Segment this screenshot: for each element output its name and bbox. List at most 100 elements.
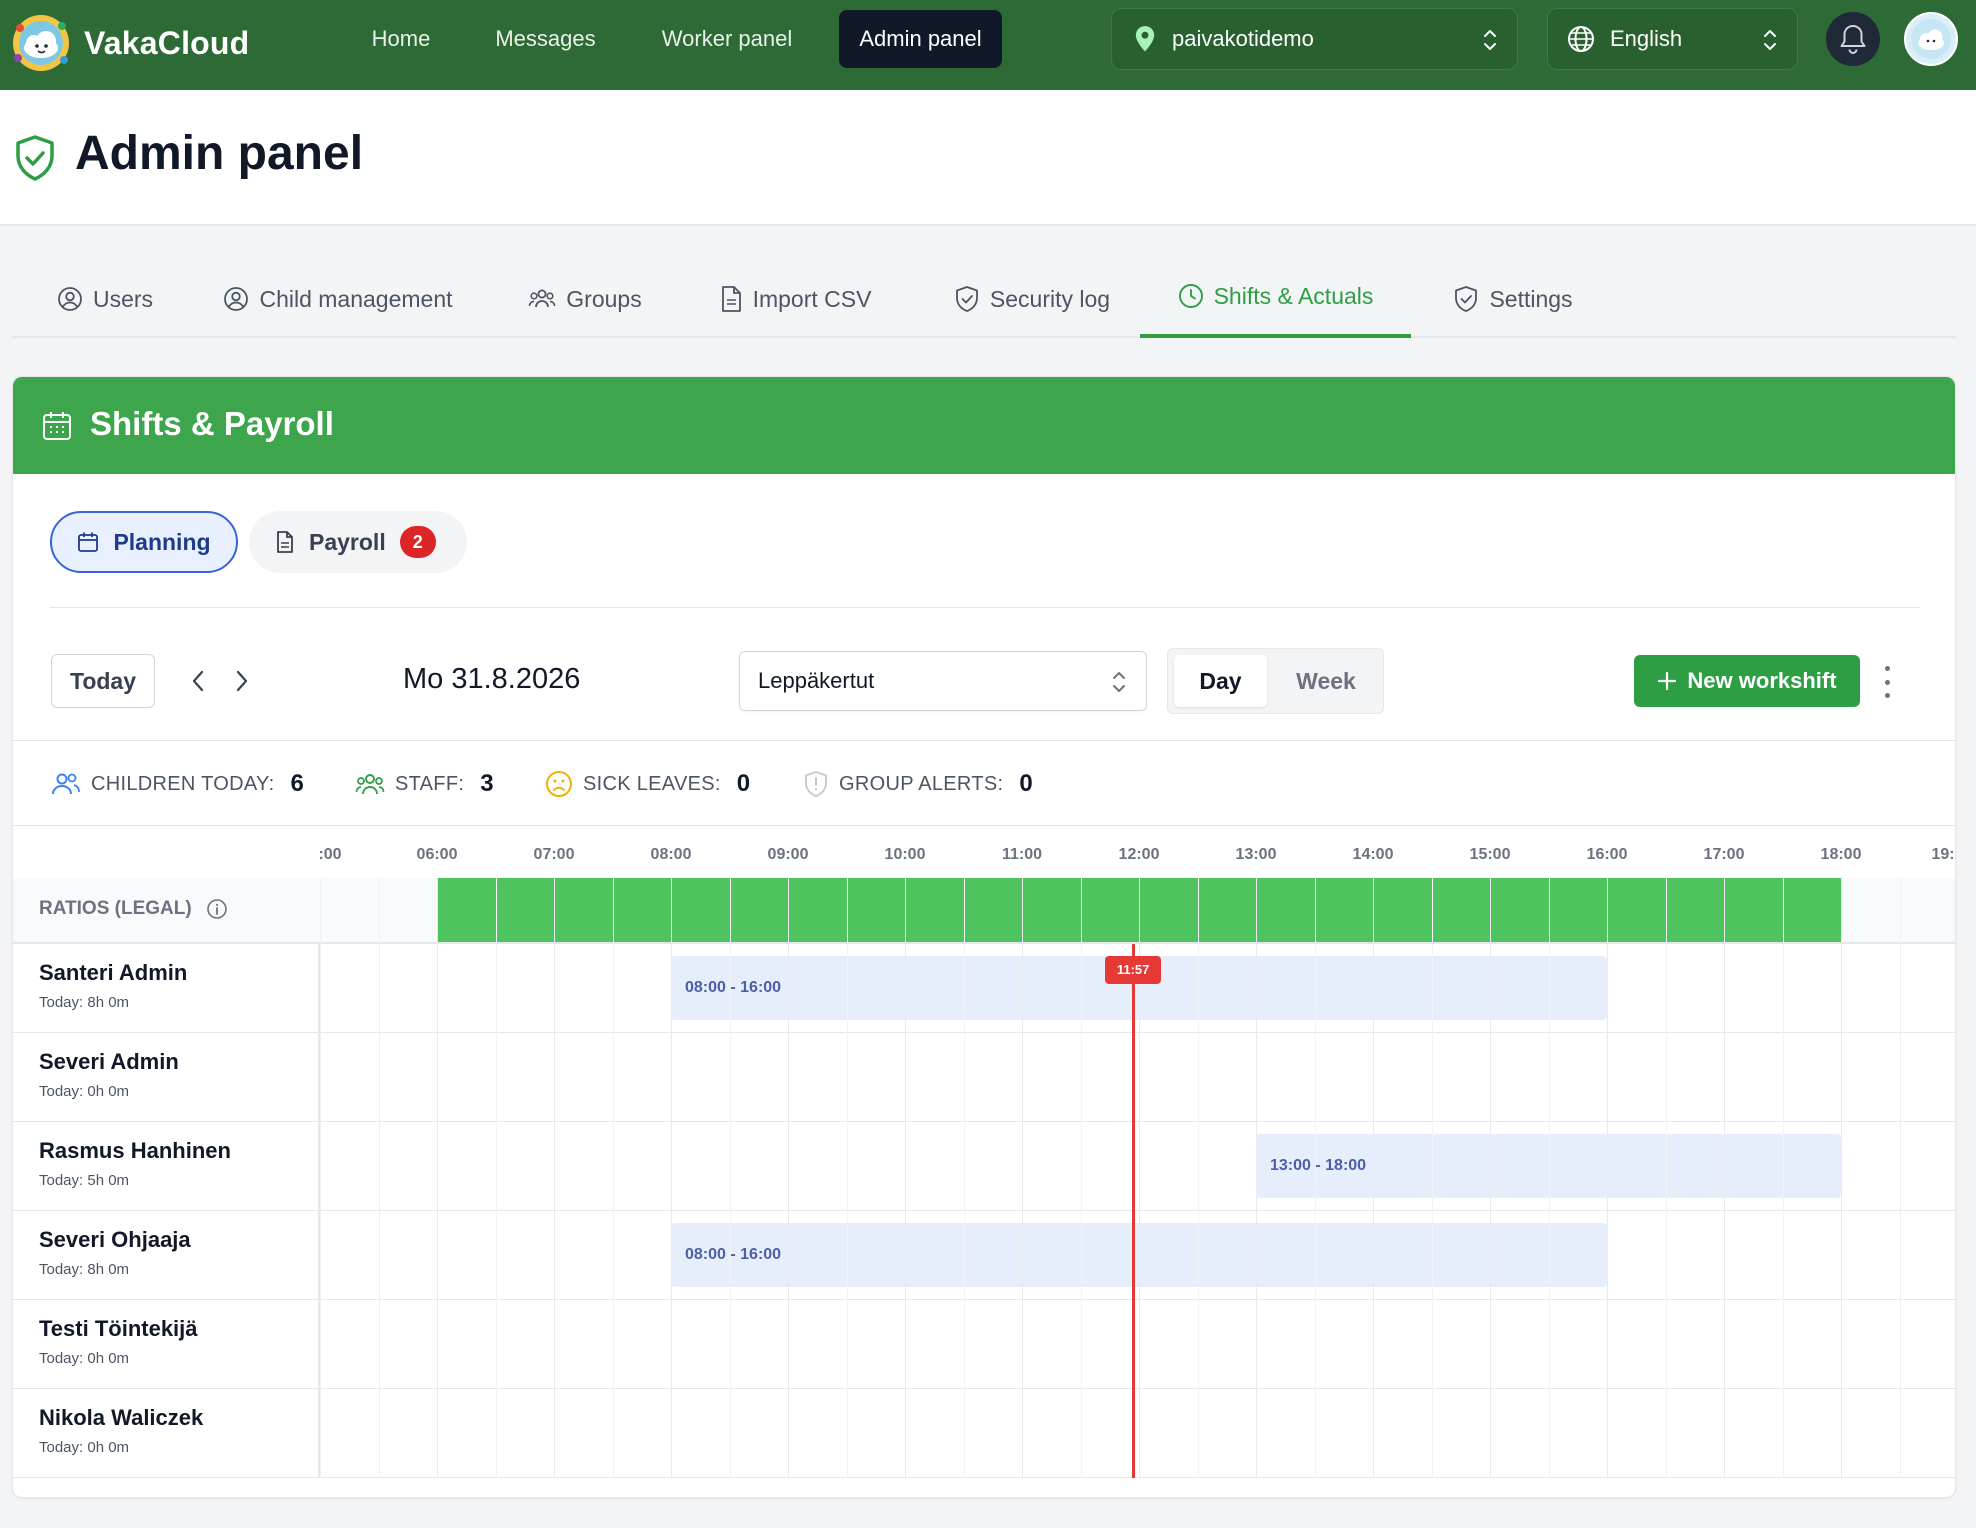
next-day-button[interactable] (227, 665, 257, 697)
time-tick-label: 10:00 (884, 846, 926, 863)
tab-shifts-actuals[interactable]: Shifts & Actuals (1140, 260, 1411, 338)
nav-admin-panel[interactable]: Admin panel (839, 10, 1002, 68)
card-header: Shifts & Payroll (13, 377, 1955, 474)
clock-icon (1178, 284, 1203, 308)
stat-staff-value: 3 (480, 770, 494, 797)
previous-day-button[interactable] (183, 665, 213, 697)
users-icon (528, 289, 556, 308)
today-button[interactable]: Today (51, 654, 155, 708)
subtab-planning-label: Planning (113, 528, 211, 555)
language-value: English (1610, 26, 1683, 51)
card-title: Shifts & Payroll (90, 405, 334, 442)
grid-line (554, 878, 555, 1478)
new-workshift-button[interactable]: New workshift (1634, 655, 1860, 707)
tab-import-csv[interactable]: Import CSV (715, 260, 875, 338)
tab-shifts-actuals-label: Shifts & Actuals (1213, 282, 1374, 309)
grid-line (1782, 878, 1784, 1478)
employee-hours-today: Today: 8h 0m (39, 994, 130, 1011)
grid-line (729, 878, 731, 1478)
time-axis: :00 06:00 07:00 08:00 09:00 10:00 11:00 12:00 13… (318, 826, 1955, 878)
brand[interactable]: VakaCloud (10, 12, 249, 74)
tab-security-log[interactable]: Security log (947, 260, 1117, 338)
grid-line (1373, 878, 1374, 1478)
tab-users[interactable]: Users (50, 260, 160, 338)
tab-groups[interactable]: Groups (525, 260, 645, 338)
tab-settings-label: Settings (1489, 285, 1573, 312)
tab-child-management-label: Child management (259, 285, 453, 312)
admin-tabs: Users Child management Groups Import CSV… (12, 260, 1956, 338)
nav-messages[interactable]: Messages (478, 10, 613, 68)
grid-line (495, 878, 497, 1478)
new-workshift-label: New workshift (1687, 668, 1837, 693)
tab-security-log-label: Security log (989, 285, 1111, 312)
subtab-payroll-label: Payroll (309, 528, 386, 555)
tab-settings[interactable]: Settings (1448, 260, 1578, 338)
location-select[interactable]: paivakotidemo (1111, 8, 1518, 70)
notifications-button[interactable] (1826, 12, 1880, 66)
grid-line (1548, 878, 1550, 1478)
employee-name: Severi Ohjaaja (39, 1227, 191, 1252)
payroll-count-badge: 2 (399, 526, 436, 558)
grid-line (1256, 878, 1257, 1478)
employee-hours-today: Today: 0h 0m (39, 1439, 130, 1456)
tab-groups-label: Groups (566, 285, 642, 312)
page-title: Admin panel (75, 127, 364, 180)
chevron-right-icon (236, 670, 248, 692)
grid-line (963, 878, 965, 1478)
chevron-up-down-icon (1761, 27, 1779, 59)
language-select[interactable]: English (1547, 8, 1798, 70)
more-options-button[interactable] (1877, 662, 1897, 702)
page-header: Admin panel (0, 90, 1976, 226)
tab-child-management[interactable]: Child management (223, 260, 453, 338)
time-tick-label: 18:00 (1820, 846, 1862, 863)
nav-worker-panel[interactable]: Worker panel (643, 10, 811, 68)
view-day-button[interactable]: Day (1174, 655, 1267, 707)
stat-sick-value: 0 (736, 770, 751, 797)
employee-name: Rasmus Hanhinen (39, 1138, 231, 1163)
employee-hours-today: Today: 5h 0m (39, 1172, 130, 1189)
current-time-line (1132, 944, 1136, 1478)
grid-line (1490, 878, 1491, 1478)
subtab-planning[interactable]: Planning (50, 511, 238, 573)
grid-line (1841, 878, 1842, 1478)
globe-icon (1566, 24, 1596, 54)
employee-name: Testi Töintekijä (39, 1316, 198, 1341)
time-tick-label: 19: (1931, 846, 1955, 863)
shield-check-icon (956, 286, 978, 312)
user-circle-icon (224, 287, 249, 311)
shield-check-icon (16, 135, 54, 181)
bell-icon (1840, 25, 1866, 54)
calendar-icon (78, 532, 99, 552)
time-tick-label: 08:00 (650, 846, 692, 863)
stat-alerts-value: 0 (1019, 770, 1033, 797)
users-icon (52, 773, 80, 795)
info-icon[interactable] (206, 898, 228, 920)
employee-hours-today: Today: 0h 0m (39, 1350, 130, 1367)
time-tick-label: 07:00 (533, 846, 575, 863)
location-value: paivakotidemo (1172, 26, 1314, 51)
time-tick-label: :00 (318, 846, 342, 863)
group-select[interactable]: Leppäkertut (739, 651, 1147, 711)
divider (50, 607, 1920, 608)
grid-line (320, 878, 321, 1478)
view-week-button[interactable]: Week (1274, 655, 1378, 707)
employee-hours-today: Today: 0h 0m (39, 1083, 130, 1100)
calendar-icon (43, 412, 71, 440)
sad-face-icon (546, 771, 572, 797)
grid-line (671, 878, 672, 1478)
top-navigation-bar: VakaCloud Home Messages Worker panel Adm… (0, 0, 1976, 90)
grid-line (1899, 878, 1901, 1478)
subtab-payroll[interactable]: Payroll 2 (249, 511, 467, 573)
brand-name: VakaCloud (84, 24, 250, 61)
stat-children-label: CHILDREN TODAY: (91, 772, 275, 795)
time-tick-label: 13:00 (1235, 846, 1277, 863)
grid-line (378, 878, 380, 1478)
group-select-value: Leppäkertut (758, 668, 875, 693)
file-icon (721, 286, 741, 312)
grid-line (788, 878, 789, 1478)
employee-name: Nikola Waliczek (39, 1405, 204, 1430)
chevron-left-icon (192, 670, 204, 692)
user-avatar[interactable] (1904, 12, 1958, 66)
nav-home[interactable]: Home (356, 10, 446, 68)
employee-hours-today: Today: 8h 0m (39, 1261, 130, 1278)
